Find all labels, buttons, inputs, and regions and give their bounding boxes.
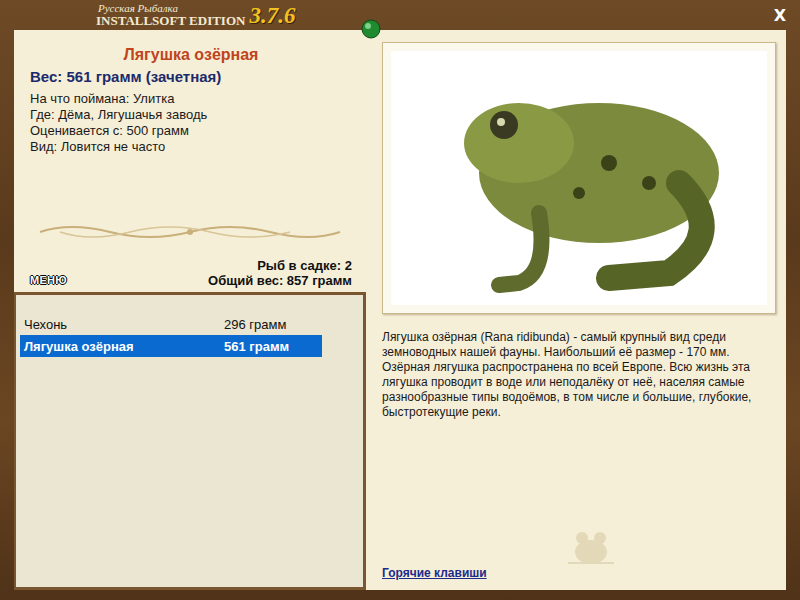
fish-name: Лягушка озёрная bbox=[30, 46, 352, 64]
catch-row[interactable]: Чехонь296 грамм bbox=[20, 313, 322, 335]
logo-title: Русская Рыбалка bbox=[96, 3, 245, 14]
keepnet-counts: Рыб в садке: 2Общий вес: 857 грамм bbox=[208, 258, 352, 288]
close-button[interactable]: X bbox=[768, 4, 792, 27]
catch-weight: 561 грамм bbox=[224, 339, 318, 354]
fish-detail: Где: Дёма, Лягушачья заводь bbox=[30, 107, 352, 123]
fish-photo bbox=[391, 51, 767, 305]
fish-info: Лягушка озёрная Вес: 561 грамм (зачетная)… bbox=[14, 30, 366, 288]
frog-watermark-icon bbox=[566, 524, 616, 568]
catch-row[interactable]: Лягушка озёрная561 грамм bbox=[20, 335, 322, 357]
fish-count: Рыб в садке: 2 bbox=[208, 258, 352, 273]
header: Русская РыбалкаINSTALLSOFT EDITION3.7.6X bbox=[0, 0, 800, 30]
menu-button[interactable]: МЕНЮ bbox=[30, 274, 67, 288]
logo: Русская РыбалкаINSTALLSOFT EDITION3.7.6 bbox=[96, 3, 295, 27]
version: 3.7.6 bbox=[249, 4, 295, 27]
catch-name: Чехонь bbox=[24, 317, 224, 332]
bottom-row: Горячие клавиши bbox=[382, 524, 776, 582]
frog-icon bbox=[429, 63, 729, 293]
body: Лягушка озёрная Вес: 561 грамм (зачетная)… bbox=[0, 30, 800, 600]
right-column: Лягушка озёрная (Rana ridibunda) - самый… bbox=[366, 30, 786, 590]
ornament-icon bbox=[30, 220, 350, 244]
catch-list: Чехонь296 граммЛягушка озёрная561 грамм bbox=[14, 292, 366, 590]
fish-detail: Оценивается с: 500 грамм bbox=[30, 123, 352, 139]
logo-text: Русская РыбалкаINSTALLSOFT EDITION bbox=[96, 3, 245, 27]
fish-detail: Вид: Ловится не часто bbox=[30, 139, 352, 155]
catch-name: Лягушка озёрная bbox=[24, 339, 224, 354]
fish-detail: На что поймана: Улитка bbox=[30, 91, 352, 107]
total-weight: Общий вес: 857 грамм bbox=[208, 273, 352, 288]
pin-icon bbox=[360, 18, 382, 40]
logo-edition: INSTALLSOFT EDITION bbox=[96, 14, 245, 27]
photo-frame bbox=[382, 42, 776, 314]
screen: Русская РыбалкаINSTALLSOFT EDITION3.7.6X… bbox=[0, 0, 800, 600]
fish-weight: Вес: 561 грамм (зачетная) bbox=[30, 68, 352, 85]
catch-weight: 296 грамм bbox=[224, 317, 318, 332]
description: Лягушка озёрная (Rana ridibunda) - самый… bbox=[382, 330, 776, 420]
hotkeys-link[interactable]: Горячие клавиши bbox=[382, 566, 487, 580]
left-column: Лягушка озёрная Вес: 561 грамм (зачетная)… bbox=[14, 30, 366, 590]
keepnet: МЕНЮ Рыб в садке: 2Общий вес: 857 грамм bbox=[30, 258, 352, 288]
paper: Лягушка озёрная Вес: 561 грамм (зачетная)… bbox=[14, 30, 786, 590]
